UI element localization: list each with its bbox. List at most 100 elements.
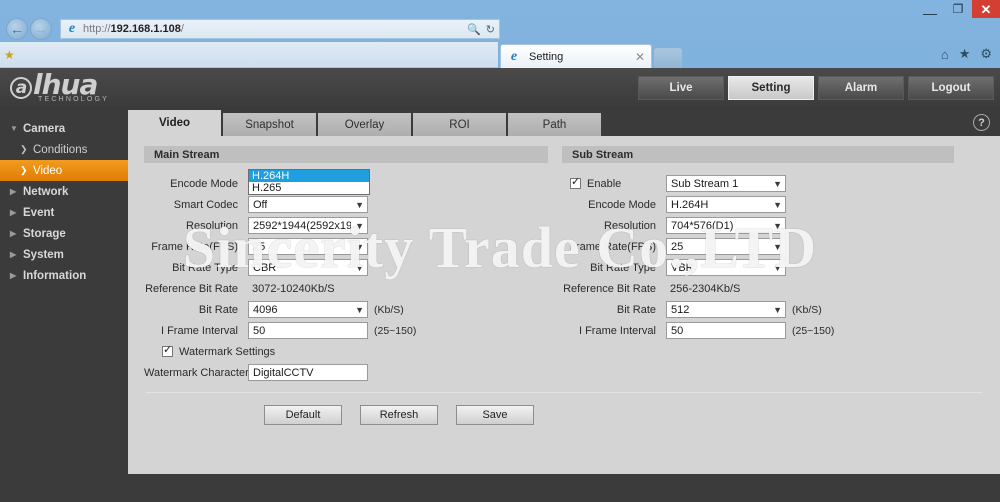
sub-stream-enable-checkbox[interactable] [570,176,581,189]
sidebar-item-video[interactable]: ❯ Video [0,160,128,181]
chevron-right-icon: ▶ [10,271,17,280]
tab-roi[interactable]: ROI [413,113,506,136]
chevron-right-icon: ▶ [10,250,17,259]
frame-rate-select-main[interactable]: 25 ▼ [248,238,368,255]
refresh-icon[interactable]: ↻ [486,23,495,36]
row-encode-mode-sub: Encode Mode H.264H ▼ [562,194,954,215]
chevron-down-icon: ▼ [355,199,364,210]
label-enable: Enable [587,177,622,190]
sidebar-item-label: Conditions [33,143,88,156]
chevron-down-icon: ▼ [773,241,782,252]
save-button[interactable]: Save [456,405,534,425]
smart-codec-select[interactable]: Off ▼ [248,196,368,213]
sub-stream-select[interactable]: Sub Stream 1 ▼ [666,175,786,192]
watermark-character-input[interactable]: DigitalCCTV [248,364,368,381]
address-bar[interactable]: http://192.168.1.108/ 🔍 ↻ [60,19,500,39]
tools-gear-icon[interactable]: ⚙ [980,46,992,62]
forward-icon[interactable]: → [30,18,52,40]
settings-panel: Main Stream Encode Mode H.264H ▼ Smart C… [128,136,1000,474]
watermark-settings-checkbox[interactable] [162,344,173,357]
sidebar-item-label: Storage [23,227,66,240]
home-icon[interactable]: ⌂ [941,47,949,62]
sidebar-item-conditions[interactable]: ❯ Conditions [0,139,128,160]
chevron-right-icon: ▶ [10,187,17,196]
row-bit-rate-type-sub: Bit Rate Type VBR ▼ [562,257,954,278]
sidebar-item-label: Network [23,185,69,198]
sidebar-item-camera[interactable]: ▼ Camera [0,118,128,139]
encode-mode-dropdown-open[interactable]: H.264H H.265 [248,169,370,195]
top-navigation: Live Setting Alarm Logout [638,76,994,100]
tab-video[interactable]: Video [128,110,221,136]
sidebar-item-system[interactable]: ▶ System [0,244,128,265]
sidebar-item-label: Camera [23,122,66,135]
tab-close-icon[interactable]: ✕ [635,50,645,64]
main-stream-header: Main Stream [144,146,548,163]
row-bit-rate-sub: Bit Rate 512 ▼ (Kb/S) [562,299,954,320]
bit-rate-type-select-main[interactable]: CBR ▼ [248,259,368,276]
new-tab-button[interactable] [654,48,682,68]
label-i-frame-interval-sub: I Frame Interval [578,324,656,337]
bit-rate-type-select-sub[interactable]: VBR ▼ [666,259,786,276]
browser-tab-setting[interactable]: Setting ✕ [500,44,652,68]
label-encode-mode: Encode Mode [170,177,238,190]
address-bar-icons: 🔍 ↻ [467,23,495,36]
dahua-logo: a lhua TECHNOLOGY [10,70,109,103]
sub-stream-header: Sub Stream [562,146,954,163]
tab-path[interactable]: Path [508,113,601,136]
topnav-alarm[interactable]: Alarm [818,76,904,100]
back-icon[interactable]: ← [6,18,28,40]
row-bit-rate-type-main: Bit Rate Type CBR ▼ [144,257,548,278]
browser-toolbar-icons: ⌂ ★ ⚙ [941,46,992,62]
row-smart-codec: Smart Codec Off ▼ [144,194,548,215]
i-frame-interval-input-sub[interactable]: 50 [666,322,786,339]
chevron-right-icon: ▶ [10,229,17,238]
i-frame-interval-input-main[interactable]: 50 [248,322,368,339]
sidebar-item-storage[interactable]: ▶ Storage [0,223,128,244]
bit-rate-select-main[interactable]: 4096 ▼ [248,301,368,318]
topnav-live[interactable]: Live [638,76,724,100]
content-area: Video Snapshot Overlay ROI Path ? Main S… [128,110,1000,502]
logo-subtext: TECHNOLOGY [38,96,110,103]
chevron-down-icon: ▼ [355,304,364,315]
row-i-frame-interval-main: I Frame Interval 50 (25~150) [144,320,548,341]
row-frame-rate-main: Frame Rate(FPS) 25 ▼ [144,236,548,257]
search-icon[interactable]: 🔍 [467,23,481,36]
label-encode-mode-sub: Encode Mode [588,198,656,211]
tab-overlay[interactable]: Overlay [318,113,411,136]
browser-window: — ❐ ✕ ← → http://192.168.1.108/ 🔍 ↻ ★ Se… [0,0,1000,502]
label-resolution-sub: Resolution [604,219,656,232]
action-buttons: Default Refresh Save [144,405,984,425]
favorites-icon[interactable]: ★ [959,46,971,62]
tab-snapshot[interactable]: Snapshot [223,113,316,136]
sidebar-item-information[interactable]: ▶ Information [0,265,128,286]
help-icon[interactable]: ? [973,114,990,131]
row-reference-bit-rate-sub: Reference Bit Rate 256-2304Kb/S [562,278,954,299]
reference-bit-rate-value-main: 3072-10240Kb/S [252,282,335,295]
chevron-down-icon: ▼ [355,241,364,252]
sidebar-item-label: System [23,248,64,261]
tab-favicon-icon [507,50,521,64]
label-reference-bit-rate: Reference Bit Rate [145,282,238,295]
label-bit-rate-type: Bit Rate Type [172,261,238,274]
page-footer [128,474,1000,502]
logo-ring-icon: a [10,77,32,99]
topnav-setting[interactable]: Setting [728,76,814,100]
encode-mode-select-sub[interactable]: H.264H ▼ [666,196,786,213]
resolution-select-main[interactable]: 2592*1944(2592x1944) ▼ [248,217,368,234]
row-reference-bit-rate-main: Reference Bit Rate 3072-10240Kb/S [144,278,548,299]
row-i-frame-interval-sub: I Frame Interval 50 (25~150) [562,320,954,341]
label-watermark-settings: Watermark Settings [179,345,276,358]
tab-strip: Setting ✕ [0,42,1000,68]
dropdown-option-h264h[interactable]: H.264H [249,170,369,182]
sidebar-item-event[interactable]: ▶ Event [0,202,128,223]
default-button[interactable]: Default [264,405,342,425]
resolution-select-sub[interactable]: 704*576(D1) ▼ [666,217,786,234]
dropdown-option-h265[interactable]: H.265 [249,182,369,194]
bit-rate-select-sub[interactable]: 512 ▼ [666,301,786,318]
i-frame-interval-hint-sub: (25~150) [792,324,835,337]
topnav-logout[interactable]: Logout [908,76,994,100]
refresh-button[interactable]: Refresh [360,405,438,425]
label-i-frame-interval: I Frame Interval [160,324,238,337]
frame-rate-select-sub[interactable]: 25 ▼ [666,238,786,255]
sidebar-item-network[interactable]: ▶ Network [0,181,128,202]
